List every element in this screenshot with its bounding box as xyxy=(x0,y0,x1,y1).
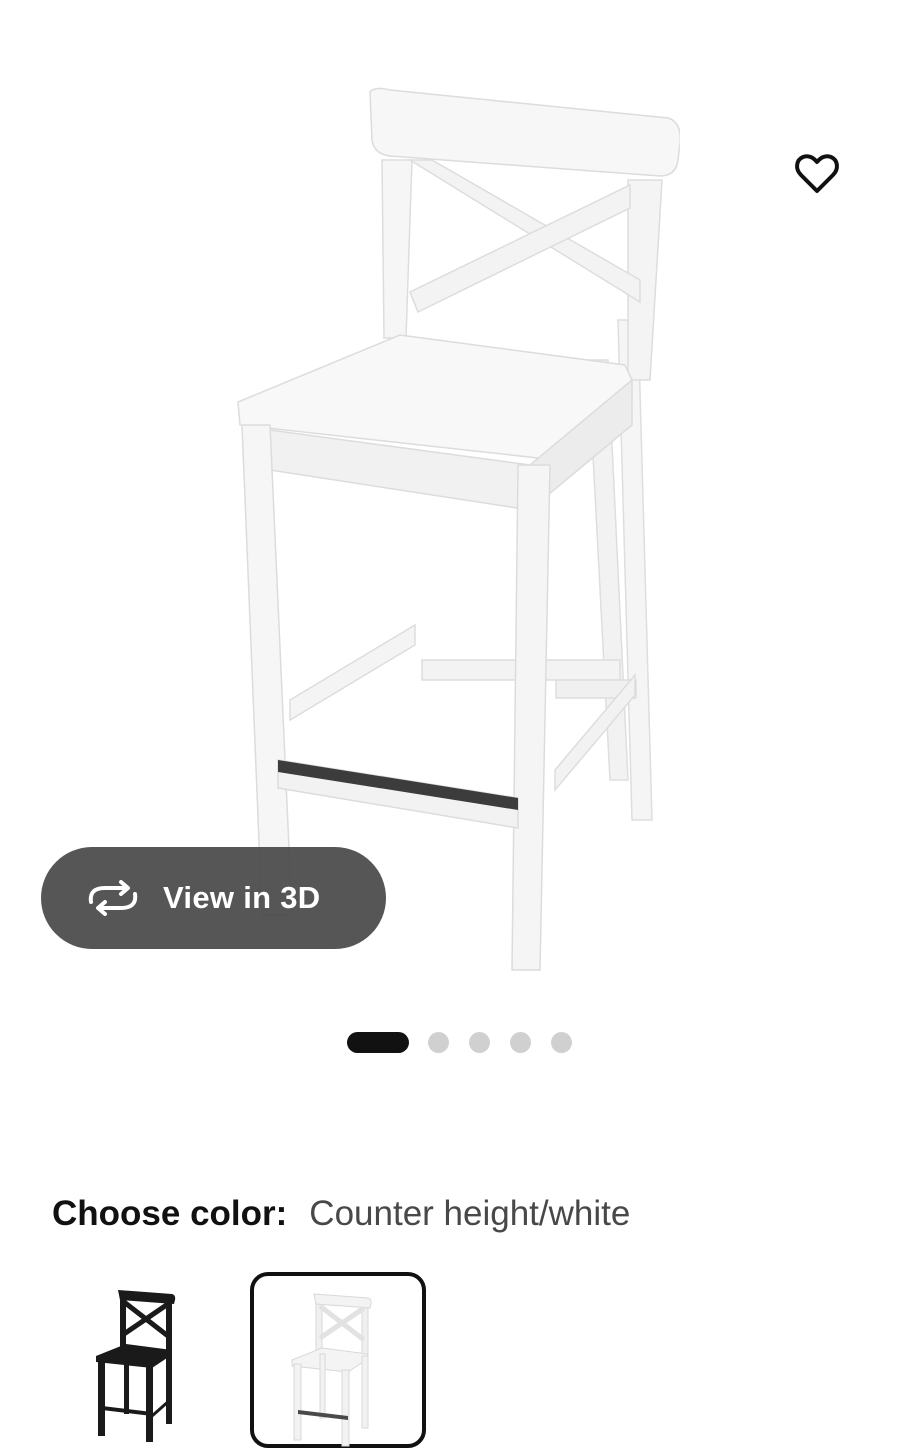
favorite-button[interactable] xyxy=(786,146,848,202)
product-image xyxy=(237,87,680,971)
color-chooser-header: Choose color: Counter height/white xyxy=(52,1190,630,1238)
carousel-dot[interactable] xyxy=(510,1032,531,1053)
color-swatch-white[interactable] xyxy=(250,1272,426,1448)
carousel-indicator xyxy=(0,1030,919,1054)
heart-icon xyxy=(795,154,839,193)
color-chooser-label: Choose color: xyxy=(52,1194,288,1233)
white-stool-thumbnail xyxy=(291,1293,372,1447)
view-in-3d-label: View in 3D xyxy=(163,880,321,915)
view-in-3d-button[interactable]: View in 3D xyxy=(41,847,386,949)
selected-color-value: Counter height/white xyxy=(309,1194,631,1233)
black-stool-thumbnail xyxy=(96,1290,176,1442)
color-swatch-black[interactable] xyxy=(54,1272,230,1448)
rotate-3d-icon xyxy=(85,878,141,918)
carousel-dot[interactable] xyxy=(551,1032,572,1053)
product-gallery[interactable]: View in 3D xyxy=(0,0,919,1000)
carousel-dot-active[interactable] xyxy=(347,1032,409,1053)
carousel-dot[interactable] xyxy=(428,1032,449,1053)
carousel-dot[interactable] xyxy=(469,1032,490,1053)
